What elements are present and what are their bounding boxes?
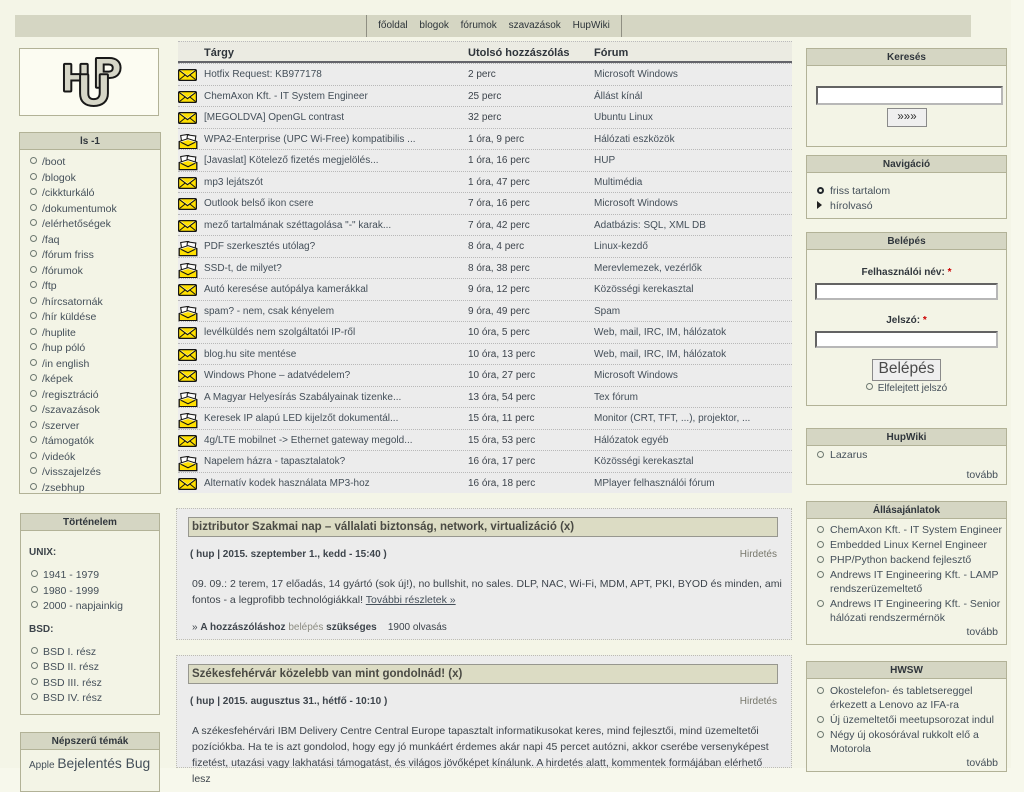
svg-text:U: U bbox=[79, 67, 110, 115]
